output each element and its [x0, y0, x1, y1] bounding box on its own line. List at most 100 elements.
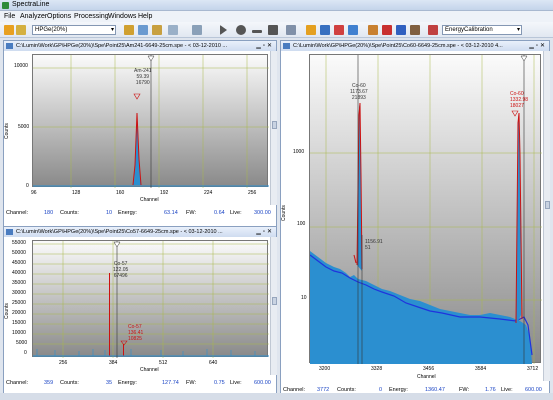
chevron-down-icon: ▾ — [110, 27, 114, 33]
panel-co60[interactable]: C:\Lumin\Work\GP\HPGe(20%)\Spe\Point25\C… — [280, 40, 550, 397]
calibration-select[interactable]: EnergyCalibration ▾ — [442, 25, 522, 35]
live-label: Live: — [230, 380, 242, 386]
folder-icon[interactable] — [16, 25, 26, 35]
y-tick: 30000 — [12, 290, 26, 296]
counts-value: 35 — [106, 380, 113, 386]
peak-marker-icon — [133, 93, 141, 100]
scrollbar-thumb[interactable] — [272, 297, 277, 305]
menu-processing[interactable]: Processing — [74, 13, 109, 20]
chevron-down-icon: ▾ — [516, 27, 520, 33]
x-tick: 3712 — [527, 366, 539, 372]
panel-am241[interactable]: C:\Lumin\Work\GP\HPGe(20%)\Spe\Point25\A… — [3, 40, 277, 230]
spectrum-svg — [33, 241, 269, 358]
y-tick: 45000 — [12, 260, 26, 266]
play-icon[interactable] — [220, 25, 227, 35]
x-tick: 256 — [248, 190, 257, 196]
save-icon[interactable] — [320, 25, 330, 35]
vertical-scrollbar[interactable] — [270, 51, 277, 205]
live-value: 300.00 — [254, 210, 271, 216]
counts-value: 10 — [106, 210, 113, 216]
channel-value: 180 — [44, 210, 54, 216]
window-buttons[interactable]: ▁▫✕ — [256, 228, 274, 235]
scrollbar-thumb[interactable] — [545, 201, 550, 209]
x-tick: 512 — [159, 360, 168, 366]
y-tick: 20000 — [12, 310, 26, 316]
y-tick: 0 — [24, 350, 27, 356]
peak-label-secondary: Co-57 136.41 10825 — [128, 324, 143, 342]
y-tick: 5000 — [16, 340, 28, 346]
title-bar: SpectraLine — [0, 0, 553, 11]
y-tick: 15000 — [12, 320, 26, 326]
detector-select[interactable]: HPGe(20%) ▾ — [32, 25, 116, 35]
cursor-marker-icon[interactable] — [147, 55, 155, 62]
y-tick: 100 — [297, 221, 306, 227]
peak-counts: 67496 — [113, 273, 128, 279]
x-tick: 256 — [59, 360, 68, 366]
menu-analyzer[interactable]: Analyzer — [20, 13, 47, 20]
menu-windows[interactable]: Windows — [108, 13, 136, 20]
chart-log-icon[interactable] — [396, 25, 406, 35]
window-buttons[interactable]: ▁▫✕ — [529, 42, 547, 49]
cursor-marker-icon[interactable] — [113, 241, 121, 248]
panel-title-bar: C:\Lumin\Work\GP\HPGe(20%)\Spe\Point25\C… — [281, 41, 549, 51]
library-icon[interactable] — [334, 25, 344, 35]
panel-title-bar: C:\Lumin\Work\GP\HPGe(20%)\Spe\Point25\C… — [4, 227, 276, 237]
y-tick: 50000 — [12, 250, 26, 256]
counts-label: Counts: — [60, 210, 79, 216]
energy-label: Energy: — [118, 380, 137, 386]
record-icon[interactable] — [236, 25, 246, 35]
spectrum-file-icon — [6, 229, 13, 235]
spectrum-plot[interactable]: Am-241 59.39 16790 — [32, 54, 269, 188]
energy-value: 127.74 — [162, 380, 179, 386]
spectrum-peak-secondary — [123, 344, 124, 356]
window-buttons[interactable]: ▁▫✕ — [256, 42, 274, 49]
app-title: SpectraLine — [12, 1, 50, 8]
toolbar: HPGe(20%) ▾ EnergyCalibration ▾ — [0, 22, 553, 38]
x-tick: 128 — [72, 190, 81, 196]
x-tick: 160 — [116, 190, 125, 196]
spectrum-plot[interactable]: Co-60 1173.67 21893 Co-60 1332.98 18027 … — [309, 54, 542, 364]
y-tick: 40000 — [12, 270, 26, 276]
chart-list-icon[interactable] — [410, 25, 420, 35]
y-axis-label: Counts — [4, 123, 10, 139]
channel-label: Channel: — [6, 210, 29, 216]
y-tick: 10000 — [12, 330, 26, 336]
stop-icon[interactable] — [268, 25, 278, 35]
x-tick: 224 — [204, 190, 213, 196]
pointer-icon[interactable] — [192, 25, 202, 35]
cursor-marker-icon[interactable] — [520, 55, 528, 62]
live-label: Live: — [230, 210, 242, 216]
spectrum-file-icon — [283, 43, 290, 49]
x-tick: 3328 — [371, 366, 383, 372]
peak-counts: 21893 — [351, 95, 366, 101]
scrollbar-thumb[interactable] — [272, 121, 277, 129]
energy-value: 63.14 — [164, 210, 178, 216]
y-tick: 55000 — [12, 240, 26, 246]
calibration-icon[interactable] — [428, 25, 438, 35]
menu-file[interactable]: File — [4, 13, 15, 20]
chart-fit-icon[interactable] — [382, 25, 392, 35]
fw-value: 0.75 — [214, 380, 225, 386]
counts-label: Counts: — [60, 380, 79, 386]
peak-search-icon[interactable] — [124, 25, 134, 35]
report-icon[interactable] — [348, 25, 358, 35]
panel-co57[interactable]: C:\Lumin\Work\GP\HPGe(20%)\Spe\Point25\C… — [3, 226, 277, 397]
calibrate-icon[interactable] — [168, 25, 178, 35]
spectrum-peak — [109, 273, 110, 356]
vertical-scrollbar[interactable] — [543, 51, 550, 381]
open-icon[interactable] — [306, 25, 316, 35]
minus-icon[interactable] — [252, 30, 262, 33]
spectrum-icon[interactable] — [138, 25, 148, 35]
peak-label: Am-241 59.39 16790 — [134, 68, 152, 86]
noise-spikes — [36, 349, 256, 356]
menu-help[interactable]: Help — [138, 13, 152, 20]
menu-options[interactable]: Options — [47, 13, 71, 20]
star-icon[interactable] — [152, 25, 162, 35]
spectrum-plot[interactable]: Co-57 122.05 67496 Co-57 136.41 10825 — [32, 240, 269, 358]
wand-icon[interactable] — [4, 25, 14, 35]
fw-label: FW: — [186, 380, 196, 386]
chart-peaks-icon[interactable] — [368, 25, 378, 35]
vertical-scrollbar[interactable] — [270, 237, 277, 375]
panel-title-bar: C:\Lumin\Work\GP\HPGe(20%)\Spe\Point25\A… — [4, 41, 276, 51]
options-icon[interactable] — [286, 25, 296, 35]
